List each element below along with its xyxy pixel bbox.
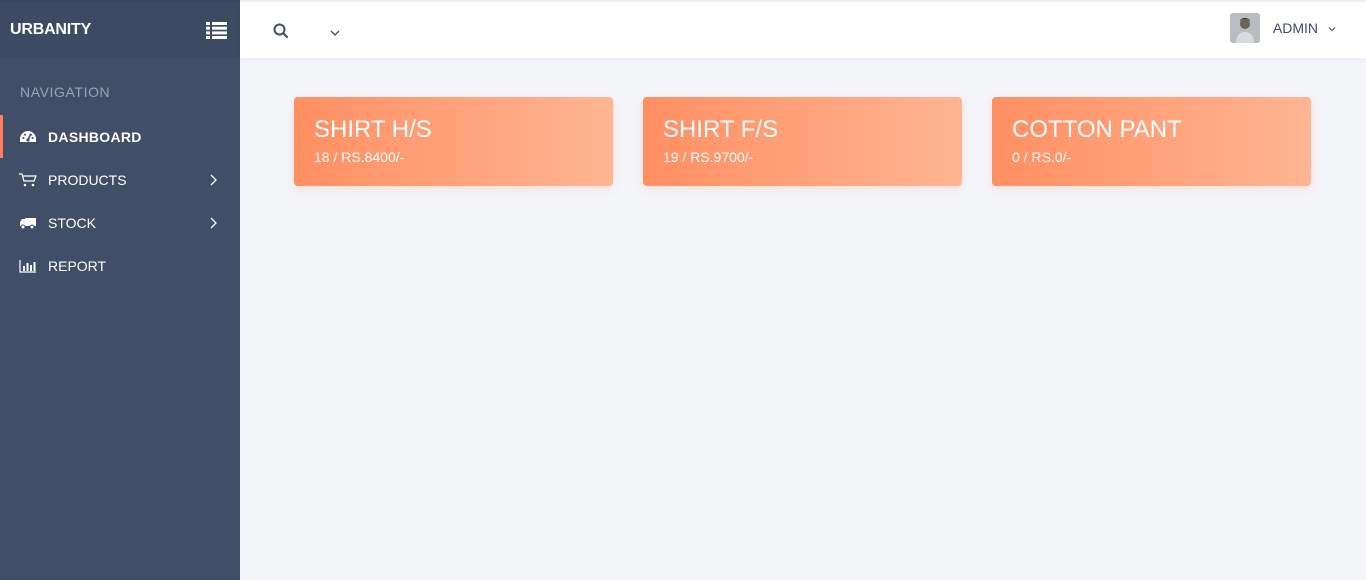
card-title: SHIRT F/S	[663, 116, 779, 143]
sidebar-item-label: PRODUCTS	[48, 171, 127, 188]
brand-name[interactable]: URBANITY	[10, 21, 91, 39]
search-icon[interactable]	[272, 22, 290, 40]
summary-cards: SHIRT H/S 18 / RS.8400/- SHIRT F/S 19 / …	[294, 97, 1311, 186]
chevron-right-icon	[206, 173, 220, 187]
product-card-shirt-hs[interactable]: SHIRT H/S 18 / RS.8400/-	[294, 97, 613, 186]
card-title: COTTON PANT	[1012, 116, 1182, 143]
sidebar-item-report[interactable]: REPORT	[0, 244, 240, 287]
sidebar-item-label: STOCK	[48, 214, 96, 231]
card-subtitle: 18 / RS.8400/-	[314, 149, 405, 165]
nav-heading: NAVIGATION	[20, 84, 111, 100]
avatar	[1229, 13, 1260, 43]
cart-icon	[18, 172, 38, 188]
chevron-down-icon	[1328, 19, 1336, 37]
bar-chart-icon	[18, 258, 38, 274]
brand-bar: URBANITY	[0, 0, 240, 58]
sidebar-item-products[interactable]: PRODUCTS	[0, 158, 240, 201]
chevron-down-icon[interactable]	[329, 24, 343, 36]
truck-icon	[18, 215, 38, 231]
chevron-right-icon	[206, 216, 220, 230]
top-bar: ADMIN	[240, 0, 1366, 58]
sidebar: URBANITY NAVIGATION DASHBOARD PRODUCTS S…	[0, 0, 240, 580]
sidebar-item-dashboard[interactable]: DASHBOARD	[0, 115, 240, 158]
sidebar-item-label: REPORT	[48, 257, 107, 274]
card-subtitle: 19 / RS.9700/-	[663, 149, 754, 165]
dashboard-icon	[18, 129, 38, 145]
card-subtitle: 0 / RS.0/-	[1012, 149, 1072, 165]
product-card-cotton-pant[interactable]: COTTON PANT 0 / RS.0/-	[992, 97, 1311, 186]
user-name: ADMIN	[1272, 20, 1318, 36]
list-icon[interactable]	[205, 19, 227, 41]
user-menu[interactable]: ADMIN	[1229, 12, 1336, 44]
sidebar-item-stock[interactable]: STOCK	[0, 201, 240, 244]
sidebar-item-label: DASHBOARD	[48, 128, 142, 145]
card-title: SHIRT H/S	[314, 116, 432, 143]
product-card-shirt-fs[interactable]: SHIRT F/S 19 / RS.9700/-	[643, 97, 962, 186]
